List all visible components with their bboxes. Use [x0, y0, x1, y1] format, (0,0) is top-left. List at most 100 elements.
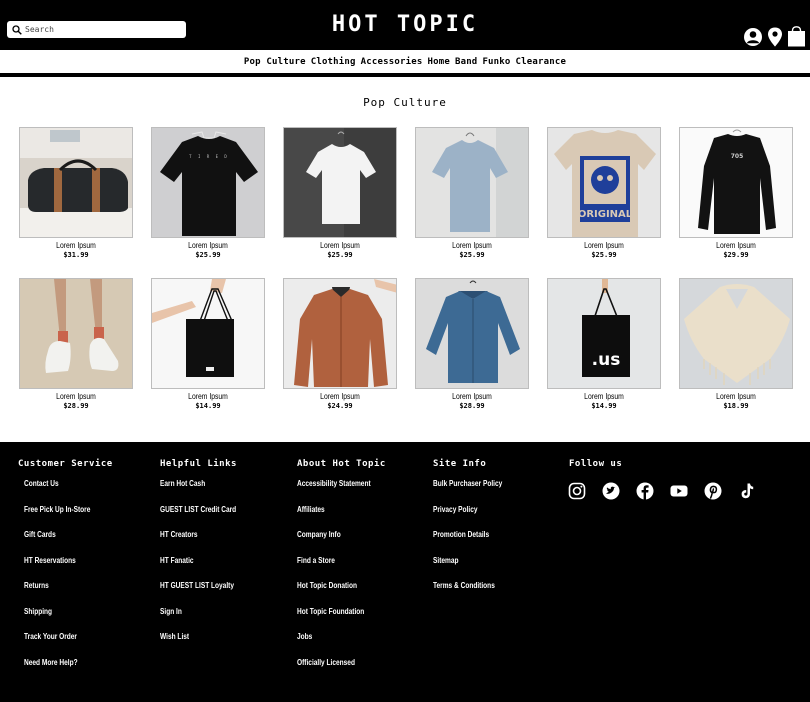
product-name: Lorem Ipsum: [716, 241, 756, 250]
product-image-graphic-tshirt[interactable]: ORIGINAL: [547, 127, 661, 238]
footer-column-about: About Hot Topic Accessibility Statement …: [297, 459, 387, 683]
twitter-icon[interactable]: [602, 482, 620, 500]
product-name: Lorem Ipsum: [452, 241, 492, 250]
product-price: $24.99: [327, 402, 353, 410]
product-price: $29.99: [723, 251, 749, 259]
nav-divider: [0, 73, 810, 77]
footer-link-foundation[interactable]: Hot Topic Foundation: [297, 607, 371, 633]
facebook-icon[interactable]: [636, 482, 654, 500]
footer-link-contact-us[interactable]: Contact Us: [24, 479, 97, 505]
youtube-icon[interactable]: [670, 482, 688, 500]
product-price: $14.99: [591, 402, 617, 410]
product-image-black-tshirt[interactable]: T I R E D: [151, 127, 265, 238]
product-image-duffel-bag[interactable]: [19, 127, 133, 238]
footer-link-affiliates[interactable]: Affiliates: [297, 505, 371, 531]
product-image-white-tshirt[interactable]: [283, 127, 397, 238]
footer-link-donation[interactable]: Hot Topic Donation: [297, 581, 371, 607]
product-card[interactable]: T I R E D Lorem Ipsum $25.99: [151, 127, 265, 259]
product-image-black-tote[interactable]: [151, 278, 265, 389]
product-card[interactable]: Lorem Ipsum $31.99: [19, 127, 133, 259]
user-icon[interactable]: [743, 27, 763, 47]
product-card[interactable]: Lorem Ipsum $25.99: [283, 127, 397, 259]
footer-link-sign-in[interactable]: Sign In: [160, 607, 236, 633]
product-image-knit-poncho[interactable]: [679, 278, 793, 389]
footer-link-promotion-details[interactable]: Promotion Details: [433, 530, 502, 556]
svg-text:ORIGINAL: ORIGINAL: [578, 209, 633, 220]
footer-link-officially-licensed[interactable]: Officially Licensed: [297, 658, 371, 684]
product-name: Lorem Ipsum: [452, 392, 492, 401]
main-nav: Pop Culture Clothing Accessories Home Ba…: [0, 50, 810, 74]
product-price: $28.99: [459, 402, 485, 410]
footer-link-shipping[interactable]: Shipping: [24, 607, 97, 633]
nav-item-band[interactable]: Band: [455, 57, 477, 67]
footer-link-accessibility[interactable]: Accessibility Statement: [297, 479, 371, 505]
footer-link-returns[interactable]: Returns: [24, 581, 97, 607]
shopping-bag-icon[interactable]: [787, 26, 806, 47]
nav-item-accessories[interactable]: Accessories: [361, 57, 423, 67]
footer-column-follow: Follow us: [569, 459, 622, 479]
site-footer: Customer Service Contact Us Free Pick Up…: [0, 442, 810, 702]
footer-link-earn-hot-cash[interactable]: Earn Hot Cash: [160, 479, 236, 505]
nav-item-home[interactable]: Home: [427, 57, 449, 67]
product-name: Lorem Ipsum: [56, 241, 96, 250]
footer-link-terms[interactable]: Terms & Conditions: [433, 581, 502, 607]
footer-link-wish-list[interactable]: Wish List: [160, 632, 236, 658]
footer-link-track-order[interactable]: Track Your Order: [24, 632, 97, 658]
product-image-black-longsleeve[interactable]: 705: [679, 127, 793, 238]
svg-text:705: 705: [731, 153, 744, 160]
tiktok-icon[interactable]: [738, 482, 756, 500]
nav-item-funko[interactable]: Funko: [482, 57, 510, 67]
footer-link-guest-list-loyalty[interactable]: HT GUEST LIST Loyalty: [160, 581, 236, 607]
footer-heading: Site Info: [433, 459, 487, 469]
site-logo[interactable]: HOT TOPIC: [0, 12, 810, 37]
product-card[interactable]: Lorem Ipsum $24.99: [283, 278, 397, 410]
footer-column-helpful-links: Helpful Links Earn Hot Cash GUEST LIST C…: [160, 459, 253, 658]
footer-link-ht-reservations[interactable]: HT Reservations: [24, 556, 97, 582]
product-card[interactable]: 705 Lorem Ipsum $29.99: [679, 127, 793, 259]
product-name: Lorem Ipsum: [584, 392, 624, 401]
location-pin-icon[interactable]: [767, 27, 783, 47]
footer-link-ht-creators[interactable]: HT Creators: [160, 530, 236, 556]
product-card[interactable]: .us Lorem Ipsum $14.99: [547, 278, 661, 410]
footer-link-guest-list-credit-card[interactable]: GUEST LIST Credit Card: [160, 505, 236, 531]
page-title: Pop Culture: [363, 96, 447, 109]
product-price: $14.99: [195, 402, 221, 410]
product-price: $25.99: [327, 251, 353, 259]
product-name: Lorem Ipsum: [584, 241, 624, 250]
footer-link-gift-cards[interactable]: Gift Cards: [24, 530, 97, 556]
footer-link-privacy-policy[interactable]: Privacy Policy: [433, 505, 502, 531]
product-name: Lorem Ipsum: [56, 392, 96, 401]
site-header: HOT TOPIC: [0, 0, 810, 50]
footer-link-bulk-purchaser[interactable]: Bulk Purchaser Policy: [433, 479, 502, 505]
product-image-socks[interactable]: [19, 278, 133, 389]
nav-item-clothing[interactable]: Clothing: [311, 57, 356, 67]
footer-link-jobs[interactable]: Jobs: [297, 632, 371, 658]
footer-link-ht-fanatic[interactable]: HT Fanatic: [160, 556, 236, 582]
product-image-us-tote[interactable]: .us: [547, 278, 661, 389]
product-name: Lorem Ipsum: [188, 392, 228, 401]
product-card[interactable]: Lorem Ipsum $25.99: [415, 127, 529, 259]
product-price: $25.99: [195, 251, 221, 259]
nav-item-pop-culture[interactable]: Pop Culture: [244, 57, 306, 67]
product-card[interactable]: Lorem Ipsum $18.99: [679, 278, 793, 410]
instagram-icon[interactable]: [568, 482, 586, 500]
product-price: $31.99: [63, 251, 89, 259]
product-card[interactable]: ORIGINAL Lorem Ipsum $25.99: [547, 127, 661, 259]
product-image-rust-jacket[interactable]: [283, 278, 397, 389]
pinterest-icon[interactable]: [704, 482, 722, 500]
product-card[interactable]: Lorem Ipsum $14.99: [151, 278, 265, 410]
footer-link-company-info[interactable]: Company Info: [297, 530, 371, 556]
footer-link-find-store[interactable]: Find a Store: [297, 556, 371, 582]
product-card[interactable]: Lorem Ipsum $28.99: [19, 278, 133, 410]
footer-link-need-help[interactable]: Need More Help?: [24, 658, 97, 684]
social-links: [568, 482, 756, 500]
product-name: Lorem Ipsum: [320, 392, 360, 401]
svg-text:T I R E D: T I R E D: [189, 154, 229, 159]
product-image-denim-shirt[interactable]: [415, 278, 529, 389]
footer-link-free-pickup[interactable]: Free Pick Up In-Store: [24, 505, 97, 531]
product-image-heather-blue-tshirt[interactable]: [415, 127, 529, 238]
nav-item-clearance[interactable]: Clearance: [516, 57, 567, 67]
footer-link-sitemap[interactable]: Sitemap: [433, 556, 502, 582]
product-card[interactable]: Lorem Ipsum $28.99: [415, 278, 529, 410]
product-price: $25.99: [459, 251, 485, 259]
